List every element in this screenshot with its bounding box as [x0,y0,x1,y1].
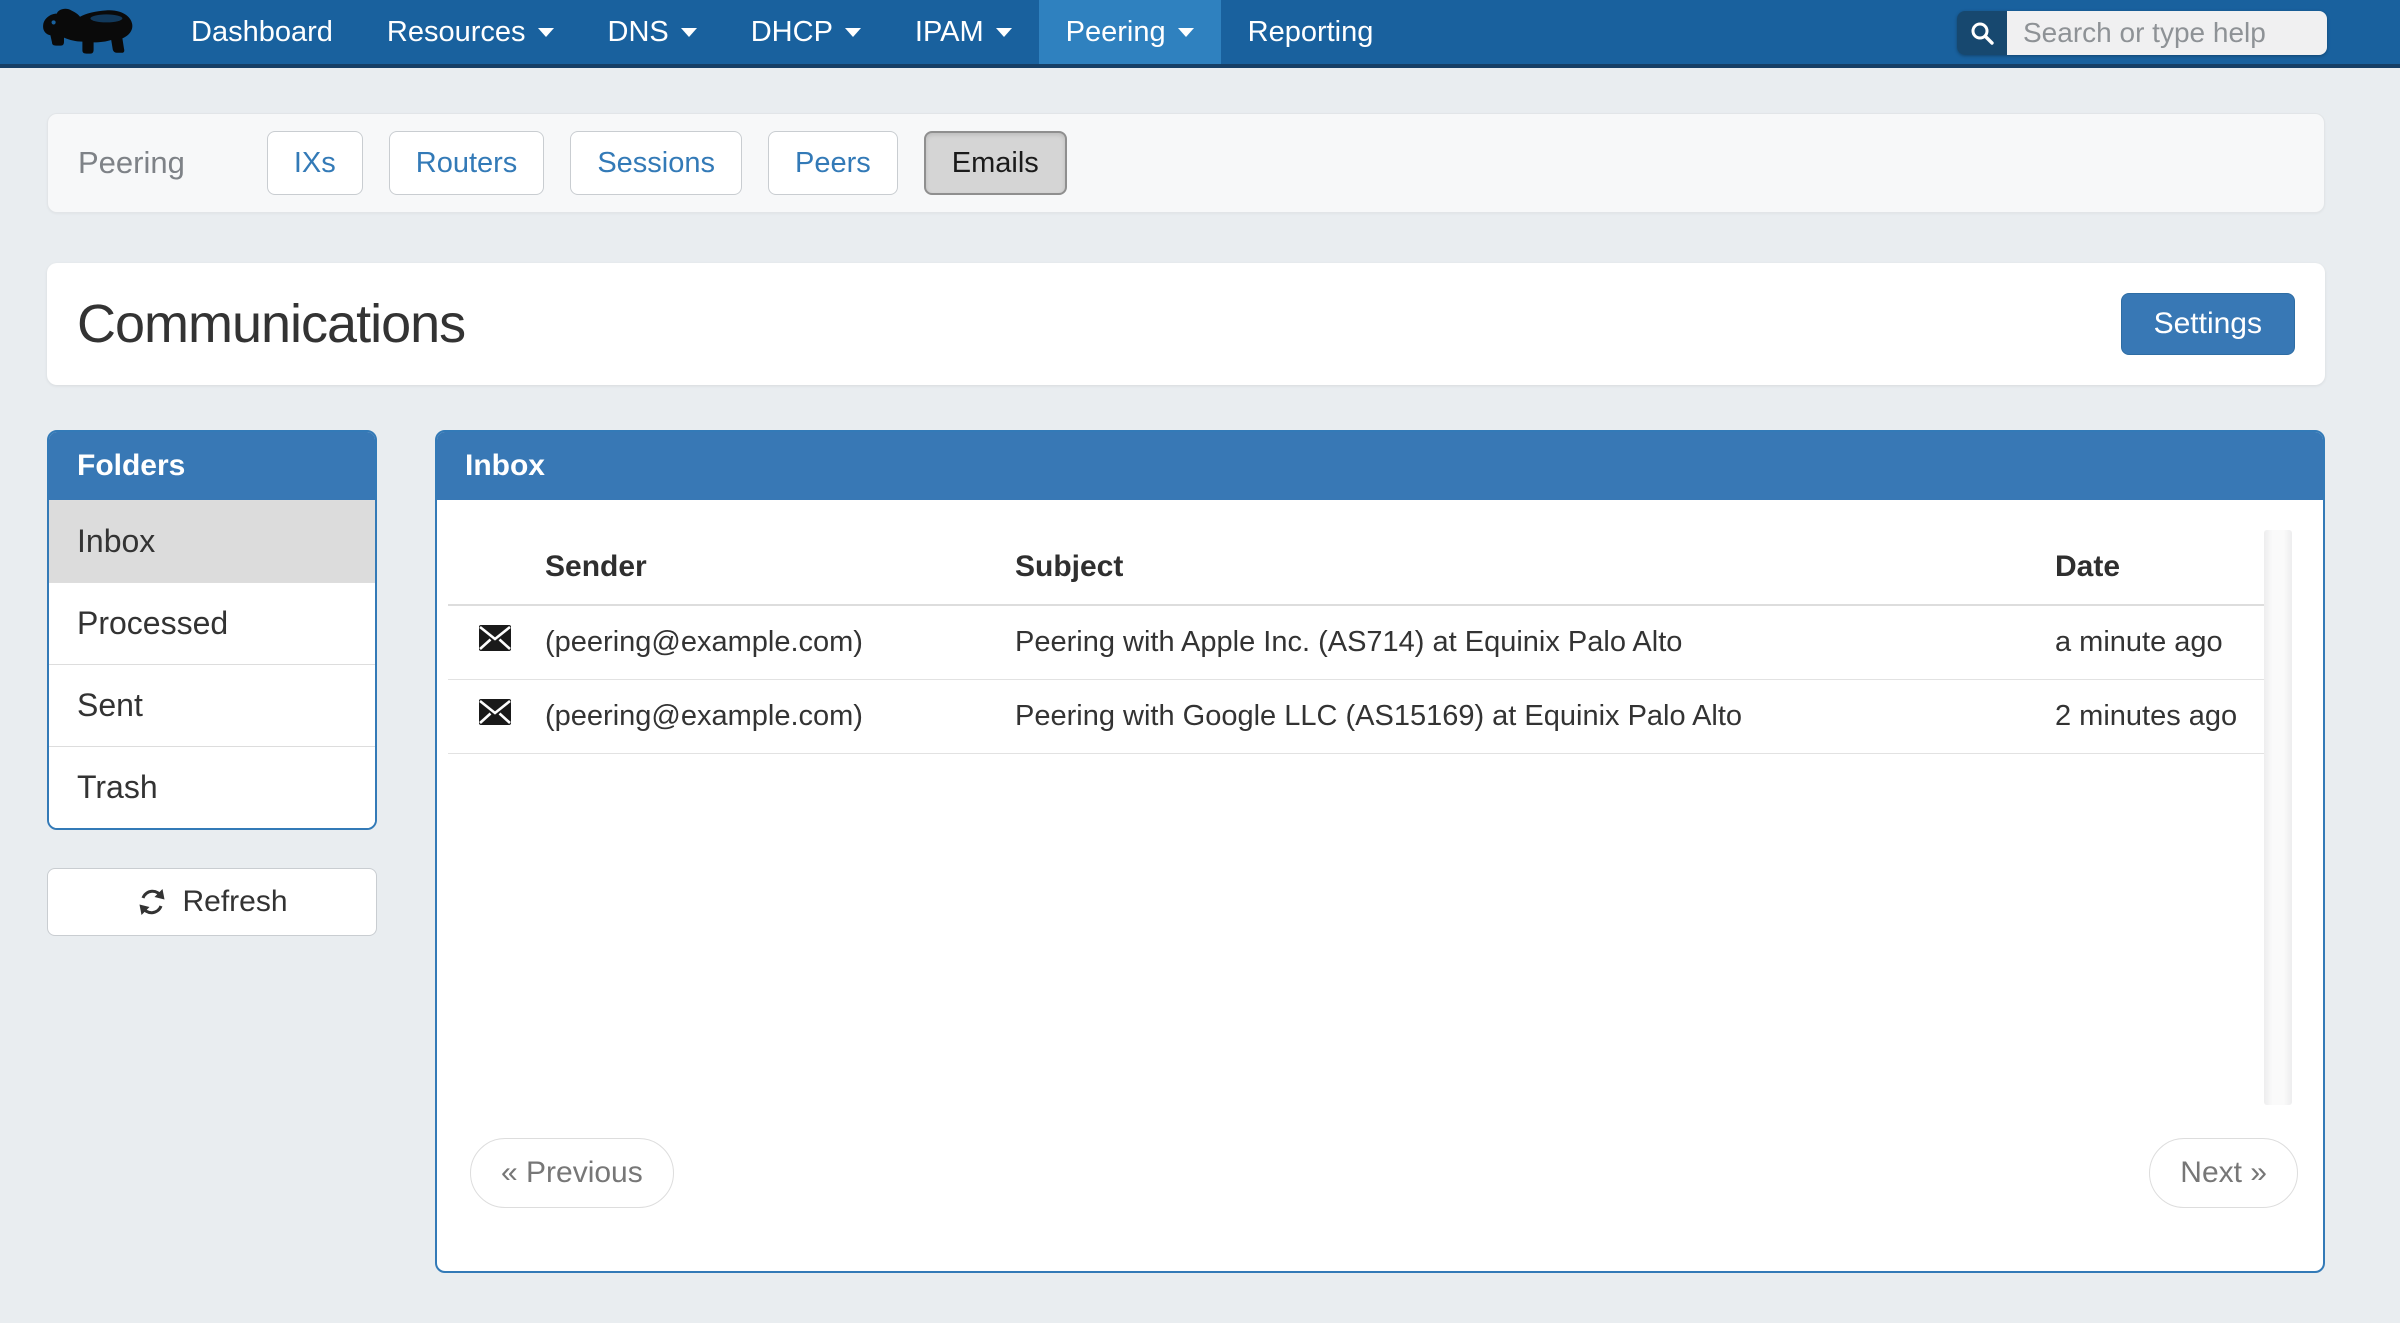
page-canvas: Dashboard Resources DNS DHCP IPAM Peerin… [0,0,2400,1323]
mail-table: Sender Subject Date [448,530,2265,754]
previous-page-button[interactable]: « Previous [470,1138,674,1208]
nav-item-label: Resources [387,16,526,49]
folder-item-processed[interactable]: Processed [49,582,375,664]
caret-down-icon [538,28,554,37]
folder-item-inbox[interactable]: Inbox [49,500,375,582]
caret-down-icon [1178,28,1194,37]
column-header-subject: Subject [1015,530,2055,605]
date-cell: 2 minutes ago [2055,679,2265,753]
page-header: Communications Settings [47,263,2325,385]
panda-logo[interactable] [36,0,140,64]
search-button[interactable] [1957,11,2007,55]
inbox-panel-title: Inbox [437,432,2323,500]
envelope-cell [448,679,545,753]
nav-item-label: Dashboard [191,16,333,49]
ixs-button[interactable]: IXs [267,131,363,195]
table-row[interactable]: (peering@example.com) Peering with Apple… [448,605,2265,679]
peers-button[interactable]: Peers [768,131,898,195]
sessions-button[interactable]: Sessions [570,131,742,195]
toolbar-title: Peering [78,145,185,181]
caret-down-icon [996,28,1012,37]
nav-item-ipam[interactable]: IPAM [888,0,1039,64]
folder-item-sent[interactable]: Sent [49,664,375,746]
folders-panel: Folders Inbox Processed Sent Trash [47,430,377,830]
nav-item-peering[interactable]: Peering [1039,0,1221,64]
folder-item-trash[interactable]: Trash [49,746,375,828]
nav-menu: Dashboard Resources DNS DHCP IPAM Peerin… [164,0,1400,64]
column-header-sender: Sender [545,530,1015,605]
nav-item-label: Reporting [1248,16,1374,49]
folders-panel-title: Folders [49,432,375,500]
envelope-icon [478,698,512,726]
caret-down-icon [681,28,697,37]
panda-icon [36,4,140,60]
peering-toolbar: Peering IXs Routers Sessions Peers Email… [47,113,2325,213]
envelope-icon [478,624,512,652]
refresh-button[interactable]: Refresh [47,868,377,936]
column-header-date: Date [2055,530,2265,605]
nav-item-dashboard[interactable]: Dashboard [164,0,360,64]
date-cell: a minute ago [2055,605,2265,679]
refresh-icon [136,886,168,918]
routers-button[interactable]: Routers [389,131,545,195]
nav-item-label: DHCP [751,16,833,49]
top-navbar: Dashboard Resources DNS DHCP IPAM Peerin… [0,0,2400,68]
subject-cell: Peering with Google LLC (AS15169) at Equ… [1015,679,2055,753]
global-search [1957,11,2327,55]
nav-item-resources[interactable]: Resources [360,0,581,64]
search-icon [1969,20,1995,46]
nav-item-label: IPAM [915,16,984,49]
sender-cell: (peering@example.com) [545,605,1015,679]
envelope-cell [448,605,545,679]
table-header-row: Sender Subject Date [448,530,2265,605]
table-row[interactable]: (peering@example.com) Peering with Googl… [448,679,2265,753]
search-input[interactable] [2007,11,2327,55]
refresh-label: Refresh [182,885,287,919]
inbox-panel: Inbox Sender Subject Date [435,430,2325,1273]
nav-item-reporting[interactable]: Reporting [1221,0,1401,64]
column-header-icon [448,530,545,605]
emails-button[interactable]: Emails [924,131,1067,195]
nav-item-dns[interactable]: DNS [581,0,724,64]
subject-cell: Peering with Apple Inc. (AS714) at Equin… [1015,605,2055,679]
scrollbar-track[interactable] [2264,530,2292,1105]
sender-cell: (peering@example.com) [545,679,1015,753]
page-title: Communications [77,293,465,355]
nav-item-label: DNS [608,16,669,49]
settings-button[interactable]: Settings [2121,293,2295,355]
caret-down-icon [845,28,861,37]
nav-item-dhcp[interactable]: DHCP [724,0,888,64]
nav-item-label: Peering [1066,16,1166,49]
inbox-body: Sender Subject Date [437,500,2323,1271]
next-page-button[interactable]: Next » [2149,1138,2298,1208]
